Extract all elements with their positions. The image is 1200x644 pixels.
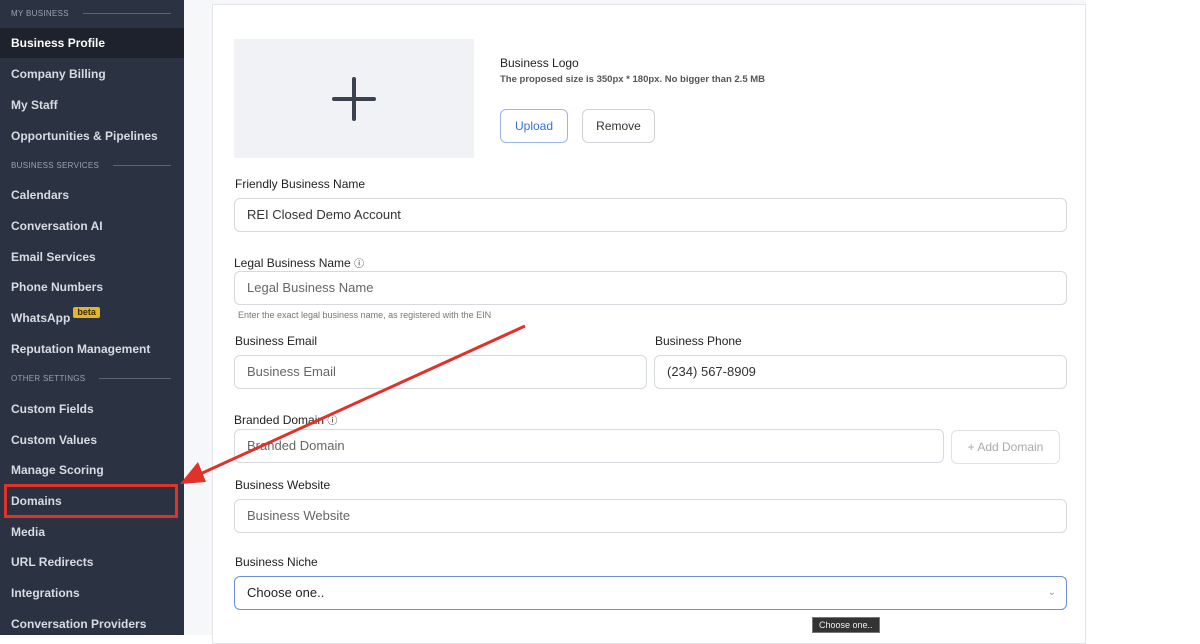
section-business-services: BUSINESS SERVICES xyxy=(11,161,171,170)
info-icon: ⓘ xyxy=(354,259,365,270)
section-label: BUSINESS SERVICES xyxy=(11,161,100,170)
branded-domain-input[interactable]: Branded Domain xyxy=(234,429,944,463)
sidebar-item-opportunities[interactable]: Opportunities & Pipelines xyxy=(0,121,184,151)
sidebar-item-integrations[interactable]: Integrations xyxy=(0,578,184,608)
business-profile-card: Business Logo The proposed size is 350px… xyxy=(212,4,1086,644)
right-gutter xyxy=(1086,0,1200,635)
remove-button[interactable]: Remove xyxy=(582,109,655,143)
info-icon: ⓘ xyxy=(327,416,338,427)
upload-button[interactable]: Upload xyxy=(500,109,568,143)
button-label: Add Domain xyxy=(977,440,1044,454)
friendly-name-label: Friendly Business Name xyxy=(235,177,366,191)
add-domain-button[interactable]: + Add Domain xyxy=(951,430,1060,464)
sidebar-item-media[interactable]: Media xyxy=(0,517,184,547)
logo-upload-area[interactable] xyxy=(234,39,474,158)
section-label: MY BUSINESS xyxy=(11,9,69,18)
niche-select[interactable]: Choose one.. ⌄ xyxy=(234,576,1067,610)
phone-label: Business Phone xyxy=(655,334,742,348)
logo-hint: The proposed size is 350px * 180px. No b… xyxy=(500,74,766,85)
legal-name-input[interactable]: Legal Business Name xyxy=(234,271,1067,305)
beta-badge: beta xyxy=(73,307,100,318)
sidebar-item-my-staff[interactable]: My Staff xyxy=(0,90,184,120)
sidebar-item-reputation[interactable]: Reputation Management xyxy=(0,334,184,364)
section-my-business: MY BUSINESS xyxy=(11,9,171,18)
branded-domain-label: Branded Domain ⓘ xyxy=(234,412,337,427)
friendly-name-input[interactable]: REI Closed Demo Account xyxy=(234,198,1067,232)
sidebar-item-email-services[interactable]: Email Services xyxy=(0,242,184,272)
chevron-down-icon: ⌄ xyxy=(1047,587,1056,598)
section-label: OTHER SETTINGS xyxy=(11,374,86,383)
sidebar-item-company-billing[interactable]: Company Billing xyxy=(0,59,184,89)
website-label: Business Website xyxy=(235,478,331,492)
tooltip: Choose one.. xyxy=(812,617,880,633)
legal-name-help: Enter the exact legal business name, as … xyxy=(238,310,492,320)
plus-icon xyxy=(332,77,376,121)
section-other-settings: OTHER SETTINGS xyxy=(11,374,171,383)
main-content: Business Logo The proposed size is 350px… xyxy=(184,0,1200,644)
sidebar-item-url-redirects[interactable]: URL Redirects xyxy=(0,547,184,577)
email-input[interactable]: Business Email xyxy=(234,355,647,389)
logo-title: Business Logo xyxy=(500,56,579,70)
label-text: Legal Business Name xyxy=(234,256,351,270)
sidebar: MY BUSINESS Business Profile Company Bil… xyxy=(0,0,184,635)
sidebar-item-manage-scoring[interactable]: Manage Scoring xyxy=(0,455,184,485)
sidebar-item-whatsapp[interactable]: WhatsApp beta xyxy=(0,303,184,333)
sidebar-item-calendars[interactable]: Calendars xyxy=(0,180,184,210)
plus-icon: + xyxy=(967,440,975,454)
email-label: Business Email xyxy=(235,334,318,348)
niche-label: Business Niche xyxy=(235,555,318,569)
legal-name-label: Legal Business Name ⓘ xyxy=(234,255,364,270)
sidebar-item-phone-numbers[interactable]: Phone Numbers xyxy=(0,272,184,302)
sidebar-item-custom-values[interactable]: Custom Values xyxy=(0,425,184,455)
sidebar-item-label: WhatsApp xyxy=(11,311,71,325)
select-value: Choose one.. xyxy=(247,585,325,600)
website-input[interactable]: Business Website xyxy=(234,499,1067,533)
phone-input[interactable]: (234) 567-8909 xyxy=(654,355,1067,389)
sidebar-item-business-profile[interactable]: Business Profile xyxy=(0,28,184,58)
domains-highlight-box xyxy=(4,484,178,518)
sidebar-item-conversation-ai[interactable]: Conversation AI xyxy=(0,211,184,241)
sidebar-item-custom-fields[interactable]: Custom Fields xyxy=(0,394,184,424)
label-text: Branded Domain xyxy=(234,413,325,427)
